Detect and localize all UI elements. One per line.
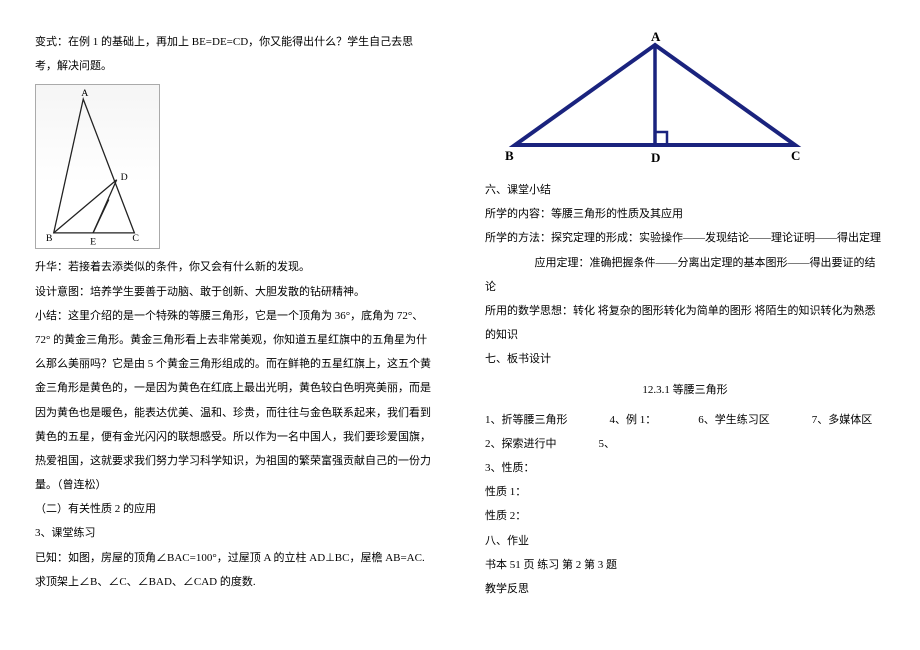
board-title: 12.3.1 等腰三角形 [485,378,885,402]
homework-text: 书本 51 页 练习 第 2 第 3 题 [485,553,885,577]
board-row-1: 1、折等腰三角形 4、例 1： 6、学生练习区 7、多媒体区 [485,408,885,432]
section-8-header: 八、作业 [485,529,885,553]
board-prop1: 性质 1： [485,480,885,504]
board-7: 7、多媒体区 [812,408,873,432]
variant-text: 变式：在例 1 的基础上，再加上 BE=DE=CD，你又能得出什么？学生自己去思… [35,30,435,78]
section-6-header: 六、课堂小结 [485,178,885,202]
board-2: 2、探索进行中 [485,432,557,456]
board-row-2: 2、探索进行中 5、 [485,432,885,456]
tri-label-D: D [651,150,660,165]
right-column: A B C D 六、课堂小结 所学的内容：等腰三角形的性质及其应用 所学的方法：… [460,30,885,620]
tri-label-C: C [791,148,800,163]
section-7-header: 七、板书设计 [485,347,885,371]
label-D: D [121,172,128,183]
board-prop2: 性质 2： [485,504,885,528]
board-1: 1、折等腰三角形 [485,408,568,432]
math-thinking: 所用的数学思想：转化 将复杂的图形转化为简单的图形 将陌生的知识转化为熟悉的知识 [485,299,885,347]
board-6: 6、学生练习区 [698,408,770,432]
section-2-header: （二）有关性质 2 的应用 [35,497,435,521]
board-4: 4、例 1： [610,408,657,432]
known-problem-text: 已知：如图，房屋的顶角∠BAC=100°，过屋顶 A 的立柱 AD⊥BC，屋檐 … [35,546,435,594]
summary-text: 小结：这里介绍的是一个特殊的等腰三角形，它是一个顶角为 36°，底角为 72°、… [35,304,435,498]
board-5: 5、 [599,432,616,456]
method-apply: 应用定理：准确把握条件——分离出定理的基本图形——得出要证的结论 [485,251,885,299]
left-column: 变式：在例 1 的基础上，再加上 BE=DE=CD，你又能得出什么？学生自己去思… [35,30,460,620]
design-intent-text: 设计意图：培养学生要善于动脑、敢于创新、大胆发散的钻研精神。 [35,280,435,304]
tri-label-A: A [651,30,661,44]
sublimation-text: 升华：若接着去添类似的条件，你又会有什么新的发现。 [35,255,435,279]
label-B: B [46,233,53,244]
reflection-text: 教学反思 [485,577,885,601]
board-3: 3、性质： [485,456,885,480]
figure-roof-triangle: A B C D [485,30,825,170]
tri-label-B: B [505,148,514,163]
figure-golden-triangle: A B C D E [35,84,160,249]
class-practice-header: 3、课堂练习 [35,521,435,545]
content-learned: 所学的内容：等腰三角形的性质及其应用 [485,202,885,226]
method-learned: 所学的方法：探究定理的形成：实验操作——发现结论——理论证明——得出定理 [485,226,885,250]
label-C: C [132,233,139,244]
label-E: E [90,237,96,248]
label-A: A [81,89,89,100]
